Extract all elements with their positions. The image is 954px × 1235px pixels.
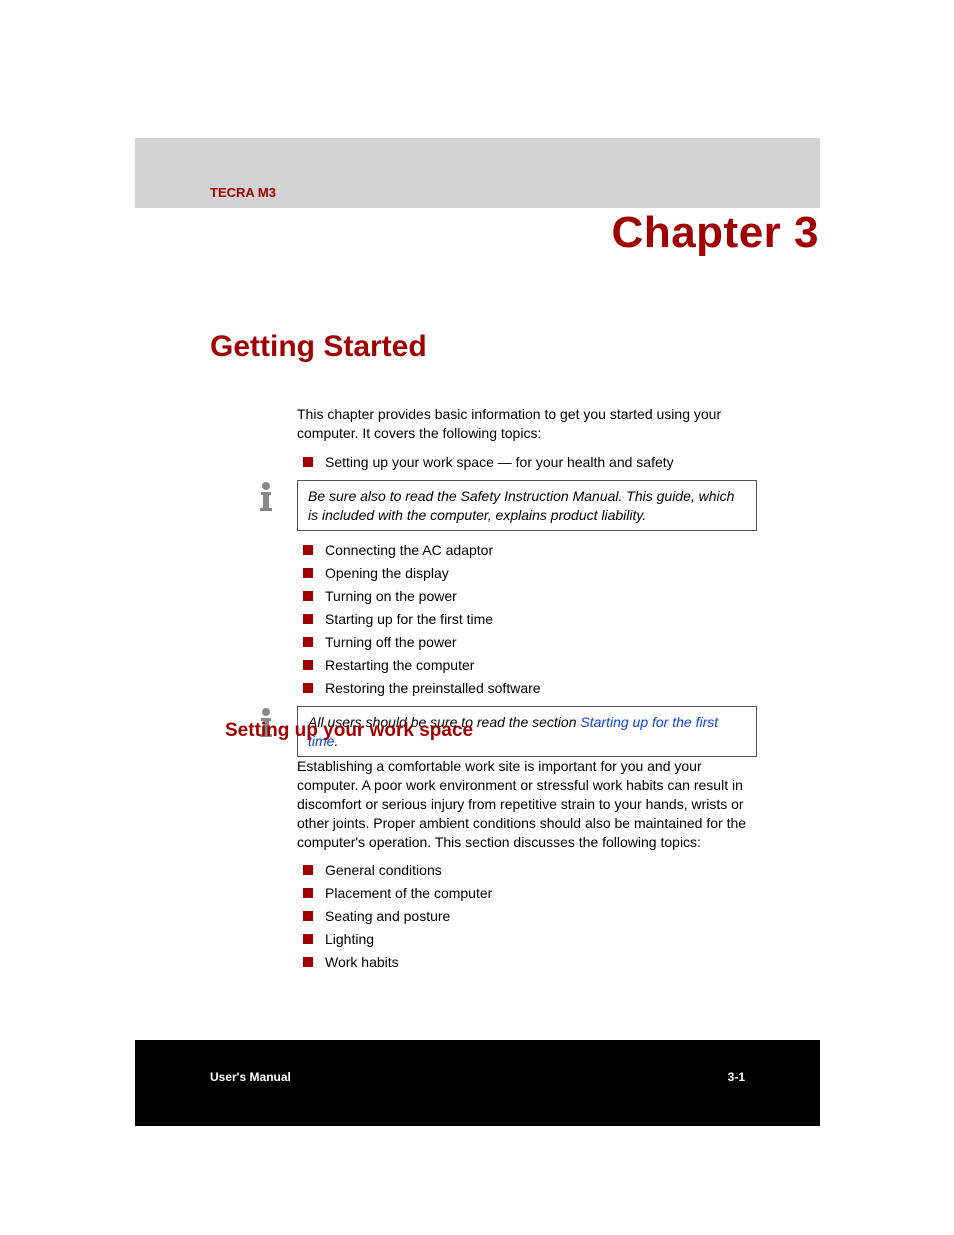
section-title: Getting Started: [210, 330, 427, 364]
note-box-1: Be sure also to read the Safety Instruct…: [297, 480, 757, 532]
footer-left: User's Manual: [210, 1070, 291, 1084]
info-icon: [251, 480, 281, 514]
subsection-content: Establishing a comfortable work site is …: [297, 757, 757, 980]
list-item: Work habits: [303, 953, 757, 972]
product-label: TECRA M3: [210, 185, 276, 200]
content-column: This chapter provides basic information …: [297, 405, 757, 767]
chapter-title: Chapter 3: [612, 208, 819, 258]
footer-page-number: 3-1: [728, 1070, 745, 1084]
list-item: Restarting the computer: [303, 656, 757, 675]
list-item: Turning off the power: [303, 633, 757, 652]
bullet-list-sub: General conditions Placement of the comp…: [303, 861, 757, 971]
list-item: Setting up your work space — for your he…: [303, 453, 757, 472]
header-bar: TECRA M3: [135, 138, 820, 208]
subsection-heading: Setting up your work space: [225, 720, 473, 742]
bullet-list-mid: Connecting the AC adaptor Opening the di…: [303, 541, 757, 697]
list-item: Lighting: [303, 930, 757, 949]
list-item: Opening the display: [303, 564, 757, 583]
list-item: Seating and posture: [303, 907, 757, 926]
list-item: Turning on the power: [303, 587, 757, 606]
list-item: Restoring the preinstalled software: [303, 679, 757, 698]
footer-bar: User's Manual 3-1: [135, 1040, 820, 1126]
page: TECRA M3 Chapter 3 Getting Started This …: [0, 0, 954, 1235]
subsection-paragraph: Establishing a comfortable work site is …: [297, 757, 757, 851]
note-row-1: Be sure also to read the Safety Instruct…: [297, 480, 757, 532]
list-item: Placement of the computer: [303, 884, 757, 903]
intro-paragraph: This chapter provides basic information …: [297, 405, 757, 443]
list-item: Connecting the AC adaptor: [303, 541, 757, 560]
list-item: Starting up for the first time: [303, 610, 757, 629]
list-item: General conditions: [303, 861, 757, 880]
bullet-list-top: Setting up your work space — for your he…: [303, 453, 757, 472]
